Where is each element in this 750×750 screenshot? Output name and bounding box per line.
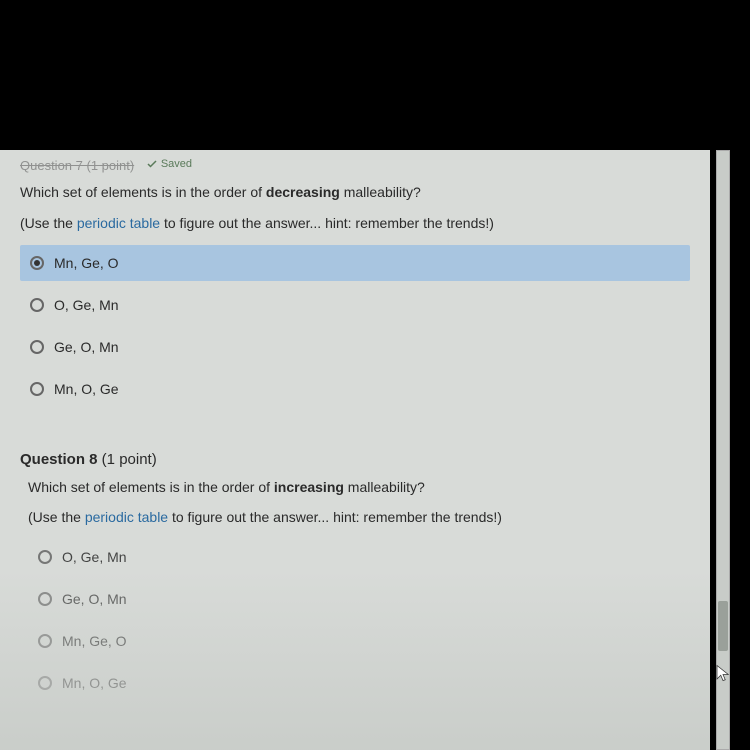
saved-badge: Saved <box>146 158 192 170</box>
q8-option-a[interactable]: O, Ge, Mn <box>28 539 690 575</box>
radio-icon <box>30 298 44 312</box>
radio-icon <box>30 256 44 270</box>
radio-icon <box>30 382 44 396</box>
q8-option-c[interactable]: Mn, Ge, O <box>28 623 690 659</box>
radio-icon <box>30 340 44 354</box>
q7-option-c[interactable]: Ge, O, Mn <box>20 329 690 365</box>
radio-icon <box>38 676 52 690</box>
check-icon <box>146 158 158 170</box>
question-7-prompt: Which set of elements is in the order of… <box>0 177 710 209</box>
scrollbar-thumb[interactable] <box>718 601 728 651</box>
q7-option-d-label: Mn, O, Ge <box>54 381 119 397</box>
radio-icon <box>38 550 52 564</box>
q7-prompt-bold: decreasing <box>266 184 340 200</box>
q8-option-d[interactable]: Mn, O, Ge <box>28 665 690 701</box>
q7-option-a[interactable]: Mn, Ge, O <box>20 245 690 281</box>
question-7-header: Question 7 (1 point) Saved <box>0 150 710 177</box>
q8-option-d-label: Mn, O, Ge <box>62 675 127 691</box>
question-7-title: Question 7 (1 point) <box>20 158 134 173</box>
q8-points: (1 point) <box>98 451 157 468</box>
periodic-table-link-2[interactable]: periodic table <box>85 509 168 525</box>
q8-hint-post: to figure out the answer... hint: rememb… <box>168 509 502 525</box>
q8-title: Question 8 <box>20 451 98 468</box>
periodic-table-link[interactable]: periodic table <box>77 215 160 231</box>
q7-option-d[interactable]: Mn, O, Ge <box>20 371 690 407</box>
q8-option-a-label: O, Ge, Mn <box>62 549 127 565</box>
q8-hint-pre: (Use the <box>28 509 85 525</box>
question-8-header: Question 8 (1 point) <box>0 433 710 472</box>
question-8-options: O, Ge, Mn Ge, O, Mn Mn, Ge, O Mn, O, Ge <box>8 539 710 727</box>
question-8-block: Which set of elements is in the order of… <box>0 472 710 728</box>
question-7-options: Mn, Ge, O O, Ge, Mn Ge, O, Mn Mn, O, Ge <box>0 245 710 433</box>
q7-option-b-label: O, Ge, Mn <box>54 297 119 313</box>
question-7-hint: (Use the periodic table to figure out th… <box>0 209 710 245</box>
q8-option-c-label: Mn, Ge, O <box>62 633 127 649</box>
q8-prompt-pre: Which set of elements is in the order of <box>28 479 274 495</box>
radio-icon <box>38 634 52 648</box>
q7-option-a-label: Mn, Ge, O <box>54 255 119 271</box>
quiz-content-area: Question 7 (1 point) Saved Which set of … <box>0 150 710 750</box>
q7-hint-post: to figure out the answer... hint: rememb… <box>160 215 494 231</box>
q8-prompt-bold: increasing <box>274 479 344 495</box>
q8-prompt-post: malleability? <box>344 479 425 495</box>
q8-option-b-label: Ge, O, Mn <box>62 591 127 607</box>
q7-option-b[interactable]: O, Ge, Mn <box>20 287 690 323</box>
question-8-hint: (Use the periodic table to figure out th… <box>8 503 710 539</box>
q7-prompt-post: malleability? <box>340 184 421 200</box>
q8-option-b[interactable]: Ge, O, Mn <box>28 581 690 617</box>
question-8-prompt: Which set of elements is in the order of… <box>8 472 710 504</box>
saved-label: Saved <box>161 158 192 170</box>
q7-hint-pre: (Use the <box>20 215 77 231</box>
q7-prompt-pre: Which set of elements is in the order of <box>20 184 266 200</box>
scrollbar-track[interactable] <box>716 150 730 750</box>
radio-icon <box>38 592 52 606</box>
q7-option-c-label: Ge, O, Mn <box>54 339 119 355</box>
